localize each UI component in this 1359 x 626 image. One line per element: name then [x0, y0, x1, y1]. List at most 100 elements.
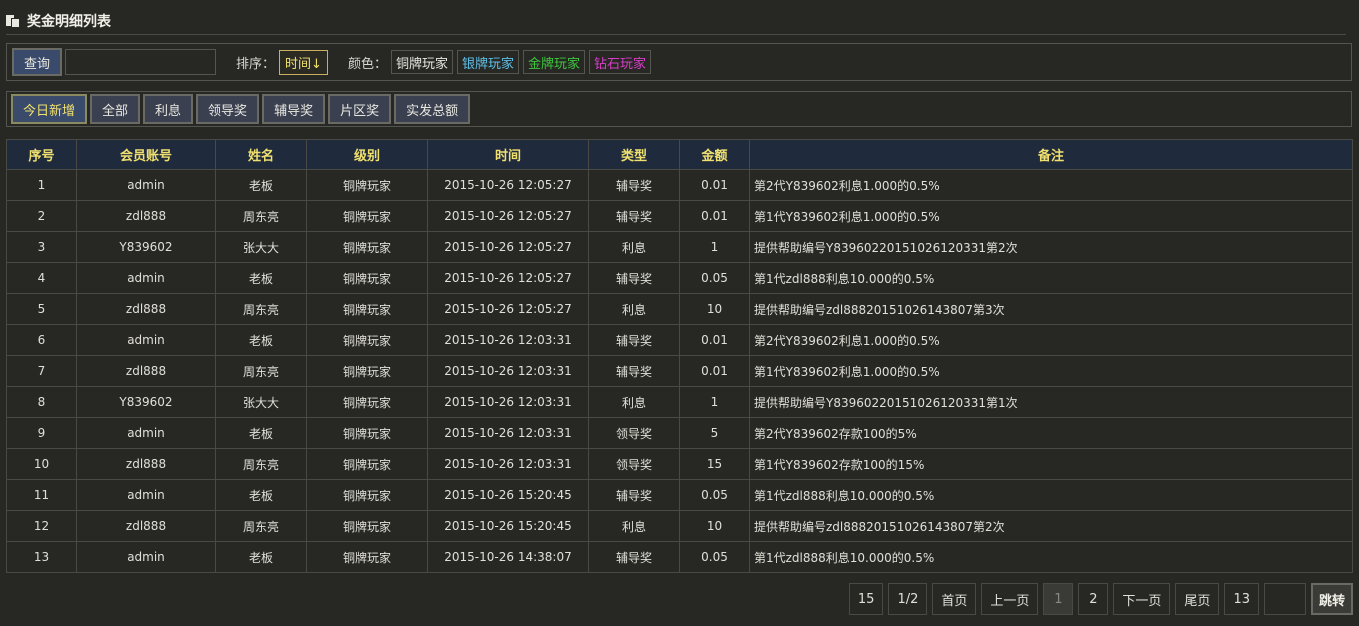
cell-account: admin — [76, 541, 216, 573]
tab-mentor-bonus[interactable]: 辅导奖 — [262, 94, 326, 124]
cell-name: 老板 — [215, 479, 307, 511]
cell-index: 2 — [6, 200, 77, 232]
table-body: 1 admin 老板 铜牌玩家 2015-10-26 12:05:27 辅导奖 0.01 第2… — [6, 169, 1353, 573]
cell-index: 10 — [6, 448, 77, 480]
cell-type: 辅导奖 — [588, 324, 680, 356]
cell-level: 铜牌玩家 — [306, 479, 428, 511]
cell-type: 辅导奖 — [588, 169, 680, 201]
page-1-button[interactable]: 1 — [1043, 583, 1074, 615]
page-title: 奖金明细列表 — [27, 13, 111, 30]
color-tag-copper[interactable]: 铜牌玩家 — [390, 50, 453, 74]
page-2-button[interactable]: 2 — [1078, 583, 1109, 615]
cell-note: 第1代Y839602存款100的15% — [749, 448, 1353, 480]
table-row: 9 admin 老板 铜牌玩家 2015-10-26 12:03:31 领导奖 5 第2代Y8… — [6, 417, 1353, 449]
header-note[interactable]: 备注 — [749, 139, 1353, 170]
cell-index: 3 — [6, 231, 77, 263]
cell-index: 7 — [6, 355, 77, 387]
cell-index: 12 — [6, 510, 77, 542]
prev-page-button[interactable]: 上一页 — [981, 583, 1039, 615]
header-level[interactable]: 级别 — [306, 139, 428, 170]
cell-time: 2015-10-26 12:05:27 — [427, 231, 589, 263]
cell-level: 铜牌玩家 — [306, 448, 428, 480]
header-name[interactable]: 姓名 — [215, 139, 307, 170]
color-tag-silver[interactable]: 银牌玩家 — [456, 50, 519, 74]
cell-index: 6 — [6, 324, 77, 356]
cell-account: admin — [76, 262, 216, 294]
color-label: 颜色： — [347, 56, 387, 72]
cell-level: 铜牌玩家 — [306, 417, 428, 449]
tab-district-bonus[interactable]: 片区奖 — [328, 94, 392, 124]
jump-page-input[interactable] — [1263, 583, 1306, 615]
page-title-bar: 奖金明细列表 — [6, 7, 1346, 35]
cell-name: 周东亮 — [215, 293, 307, 325]
cell-time: 2015-10-26 12:05:27 — [427, 169, 589, 201]
tab-today-new[interactable]: 今日新增 — [11, 94, 88, 124]
cell-type: 辅导奖 — [588, 355, 680, 387]
table-row: 6 admin 老板 铜牌玩家 2015-10-26 12:03:31 辅导奖 0.01 第2… — [6, 324, 1353, 356]
color-tag-diamond[interactable]: 钻石玩家 — [589, 50, 652, 74]
cell-note: 第1代zdl888利息10.000的0.5% — [749, 541, 1353, 573]
color-tag-gold[interactable]: 金牌玩家 — [522, 50, 585, 74]
cell-name: 老板 — [215, 541, 307, 573]
table-row: 3 Y839602 张大大 铜牌玩家 2015-10-26 12:05:27 利息 1 提供帮… — [6, 231, 1353, 263]
cell-index: 1 — [6, 169, 77, 201]
cell-time: 2015-10-26 12:03:31 — [427, 324, 589, 356]
cell-index: 9 — [6, 417, 77, 449]
cell-note: 第2代Y839602存款100的5% — [749, 417, 1353, 449]
cell-amount: 0.01 — [679, 324, 750, 356]
header-index[interactable]: 序号 — [6, 139, 77, 170]
cell-level: 铜牌玩家 — [306, 386, 428, 418]
query-button[interactable]: 查询 — [12, 48, 63, 76]
cell-type: 利息 — [588, 386, 680, 418]
header-amount[interactable]: 金额 — [679, 139, 750, 170]
page-indicator: 1/2 — [888, 583, 928, 615]
table-row: 8 Y839602 张大大 铜牌玩家 2015-10-26 12:03:31 利息 1 提供帮… — [6, 386, 1353, 418]
sort-time-button[interactable]: 时间↓ — [279, 49, 328, 75]
cell-index: 5 — [6, 293, 77, 325]
cell-account: zdl888 — [76, 355, 216, 387]
cell-time: 2015-10-26 12:03:31 — [427, 417, 589, 449]
table-row: 7 zdl888 周东亮 铜牌玩家 2015-10-26 12:03:31 辅导奖 0.01… — [6, 355, 1353, 387]
table-row: 13 admin 老板 铜牌玩家 2015-10-26 14:38:07 辅导奖 0.05 第… — [6, 541, 1353, 573]
header-type[interactable]: 类型 — [588, 139, 680, 170]
cell-time: 2015-10-26 12:03:31 — [427, 355, 589, 387]
cell-type: 利息 — [588, 510, 680, 542]
cell-time: 2015-10-26 12:05:27 — [427, 293, 589, 325]
cell-type: 辅导奖 — [588, 200, 680, 232]
cell-account: admin — [76, 417, 216, 449]
cell-account: Y839602 — [76, 386, 216, 418]
cell-note: 第1代Y839602利息1.000的0.5% — [749, 355, 1353, 387]
cell-level: 铜牌玩家 — [306, 355, 428, 387]
table-row: 12 zdl888 周东亮 铜牌玩家 2015-10-26 15:20:45 利息 10 提供… — [6, 510, 1353, 542]
cell-name: 老板 — [215, 169, 307, 201]
cell-type: 利息 — [588, 293, 680, 325]
header-account[interactable]: 会员账号 — [76, 139, 216, 170]
cell-account: zdl888 — [76, 200, 216, 232]
cell-account: Y839602 — [76, 231, 216, 263]
cell-time: 2015-10-26 15:20:45 — [427, 479, 589, 511]
cell-name: 张大大 — [215, 386, 307, 418]
search-input[interactable] — [65, 49, 217, 75]
cell-index: 8 — [6, 386, 77, 418]
filter-panel: 查询 排序： 时间↓ 颜色： 铜牌玩家 银牌玩家 金牌玩家 钻石玩家 — [6, 43, 1352, 81]
next-page-button[interactable]: 下一页 — [1113, 583, 1171, 615]
cell-note: 第1代zdl888利息10.000的0.5% — [749, 479, 1353, 511]
cell-amount: 1 — [679, 386, 750, 418]
cell-amount: 5 — [679, 417, 750, 449]
cell-time: 2015-10-26 12:03:31 — [427, 386, 589, 418]
cell-name: 周东亮 — [215, 355, 307, 387]
total-count: 15 — [848, 583, 884, 615]
jump-button[interactable]: 跳转 — [1310, 583, 1353, 615]
header-time[interactable]: 时间 — [427, 139, 589, 170]
first-page-button[interactable]: 首页 — [932, 583, 977, 615]
tab-all[interactable]: 全部 — [90, 94, 141, 124]
cell-name: 老板 — [215, 324, 307, 356]
tab-leader-bonus[interactable]: 领导奖 — [196, 94, 260, 124]
tab-total-paid[interactable]: 实发总额 — [394, 94, 471, 124]
cell-name: 老板 — [215, 417, 307, 449]
cell-amount: 15 — [679, 448, 750, 480]
per-page-count: 13 — [1224, 583, 1259, 615]
last-page-button[interactable]: 尾页 — [1175, 583, 1220, 615]
table-row: 5 zdl888 周东亮 铜牌玩家 2015-10-26 12:05:27 利息 10 提供帮… — [6, 293, 1353, 325]
tab-interest[interactable]: 利息 — [143, 94, 194, 124]
